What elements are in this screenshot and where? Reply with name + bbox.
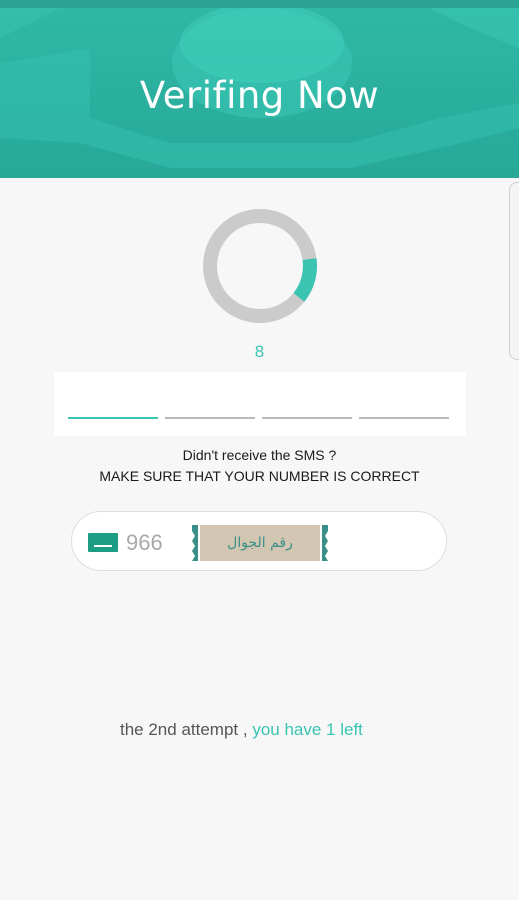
attempts-info: the 2nd attempt , you have 1 left	[120, 720, 363, 740]
countdown-ring	[203, 209, 317, 323]
code-slot-2[interactable]	[165, 417, 255, 419]
header-banner: Verifing Now	[0, 8, 519, 178]
code-slot-1[interactable]	[68, 417, 158, 419]
page-title: Verifing Now	[139, 74, 380, 117]
country-code: 966	[126, 530, 163, 555]
code-slot-4[interactable]	[359, 417, 449, 419]
status-bar-strip	[0, 0, 519, 8]
sms-not-received-text: Didn't receive the SMS ?	[182, 447, 337, 463]
attempt-count-text: the 2nd attempt ,	[120, 720, 248, 739]
ring-track	[203, 209, 317, 323]
side-panel-handle[interactable]	[509, 182, 519, 360]
countdown-value: 8	[254, 342, 265, 361]
phone-number-input[interactable]	[198, 525, 322, 561]
verification-code-input[interactable]	[54, 372, 466, 436]
phone-number-field[interactable]: 966	[71, 511, 447, 571]
phone-input-frame	[188, 523, 332, 563]
code-slot-3[interactable]	[262, 417, 352, 419]
attempts-remaining-text: you have 1 left	[252, 720, 363, 739]
check-number-text: MAKE SURE THAT YOUR NUMBER IS CORRECT	[99, 468, 420, 484]
saudi-flag-icon	[88, 533, 118, 552]
